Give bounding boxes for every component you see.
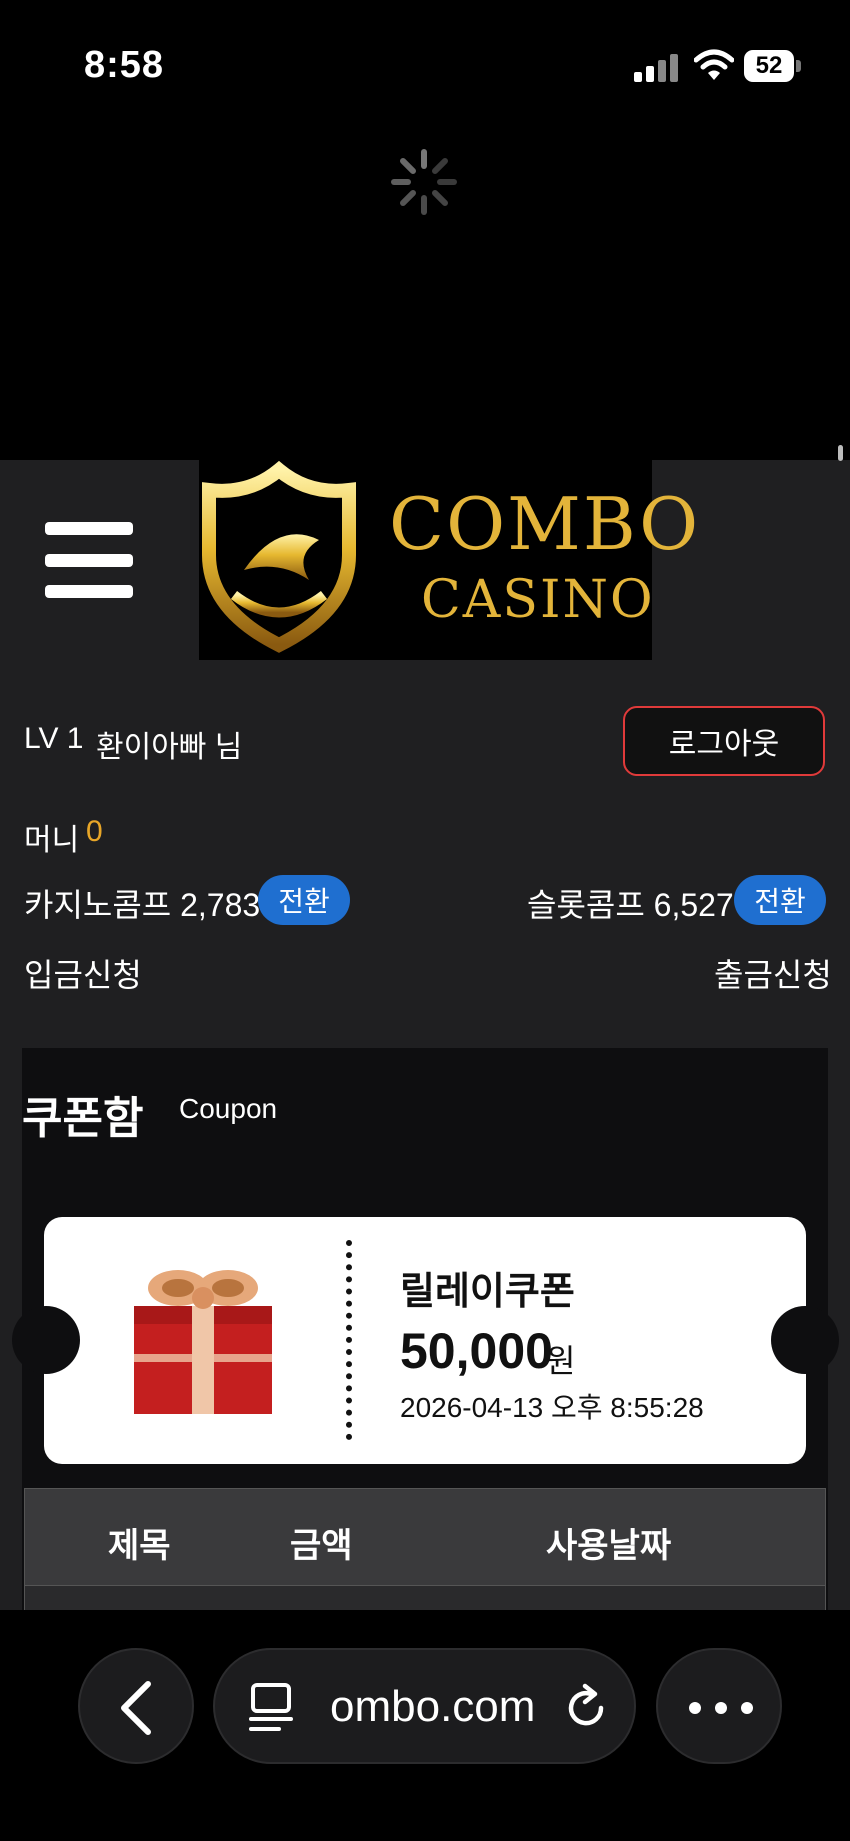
coupon-date: 2026-04-13 오후 8:55:28 [400, 1392, 704, 1423]
more-icon [689, 1702, 753, 1714]
chevron-left-icon [121, 1681, 151, 1735]
coupon-subtitle: Coupon [179, 1093, 278, 1124]
table-row [24, 1586, 826, 1610]
column-header-used-date: 사용날짜 [546, 1527, 672, 1565]
more-options-button[interactable] [656, 1648, 782, 1764]
logo-text-combo: COMBO [389, 482, 701, 566]
column-header-amount: 금액 [290, 1527, 353, 1565]
reload-icon[interactable] [563, 1682, 611, 1734]
user-name: 환이아빠 님 [96, 731, 243, 764]
money-value: 0 [86, 815, 103, 848]
battery-icon: 52 [744, 50, 802, 82]
menu-icon[interactable] [45, 522, 133, 598]
logout-button[interactable]: 로그아웃 [623, 706, 825, 776]
wifi-icon [694, 49, 734, 80]
column-header-title: 제목 [108, 1527, 171, 1565]
reader-mode-icon [249, 1683, 293, 1731]
coupon-title: 쿠폰함 [22, 1094, 144, 1143]
status-time: 8:58 [84, 44, 165, 86]
url-text: ombo.com [330, 1682, 536, 1731]
slot-comp-label: 슬롯콤프 6,527 [527, 887, 734, 923]
scrollbar[interactable] [838, 445, 843, 461]
logo-text-casino: CASINO [421, 570, 655, 630]
user-level: LV 1 [24, 722, 84, 755]
loading-spinner-icon [391, 149, 457, 215]
battery-level: 52 [744, 50, 794, 82]
combo-casino-logo[interactable]: COMBO CASINO [199, 460, 698, 660]
coupon-amount: 50,000 [400, 1323, 553, 1379]
ticket-notch-left [12, 1306, 80, 1374]
coupon-name: 릴레이쿠폰 [400, 1271, 575, 1313]
ticket-perforation [346, 1240, 352, 1440]
back-button[interactable] [78, 1648, 194, 1764]
casino-comp-label: 카지노콤프 2,783 [24, 887, 261, 923]
gift-box-icon [134, 1270, 272, 1414]
cellular-signal-icon [634, 52, 678, 82]
slot-comp-convert-button[interactable]: 전환 [734, 875, 826, 925]
withdraw-request-link[interactable]: 출금신청 [714, 950, 832, 996]
money-label: 머니 [24, 824, 80, 857]
coupon-currency: 원 [546, 1343, 576, 1379]
ticket-notch-right [771, 1306, 839, 1374]
deposit-request-link[interactable]: 입금신청 [24, 950, 142, 996]
casino-comp-convert-button[interactable]: 전환 [258, 875, 350, 925]
